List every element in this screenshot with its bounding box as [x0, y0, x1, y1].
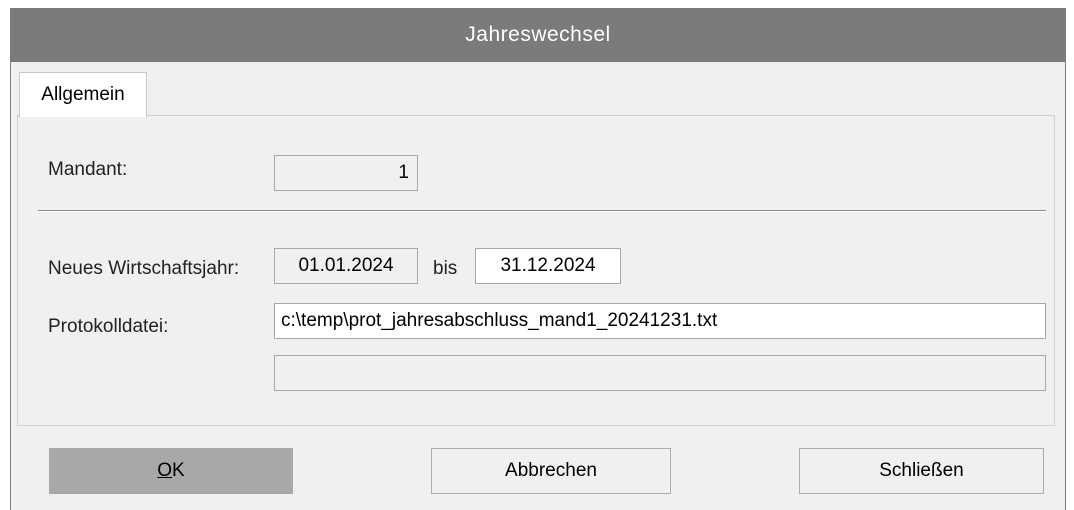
tab-label: Allgemein [41, 84, 125, 105]
start-date-field: 01.01.2024 [274, 248, 418, 284]
ok-mnemonic: O [157, 460, 173, 481]
ok-label-rest: K [172, 460, 185, 481]
close-label: Schließen [879, 460, 964, 481]
status-field [274, 355, 1046, 391]
separator [38, 210, 1046, 212]
dialog-window: Jahreswechsel Allgemein Mandant: 1 Neues… [10, 8, 1066, 510]
title-bar[interactable]: Jahreswechsel [11, 8, 1065, 62]
protokolldatei-label: Protokolldatei: [48, 316, 169, 337]
mandant-value: 1 [398, 162, 409, 183]
window-title: Jahreswechsel [465, 23, 611, 46]
cancel-button[interactable]: Abbrechen [431, 448, 671, 494]
protokolldatei-value: c:\temp\prot_jahresabschluss_mand1_20241… [281, 310, 718, 331]
mandant-field: 1 [274, 155, 418, 191]
ok-button[interactable]: OK [49, 448, 293, 494]
tab-panel: Mandant: 1 Neues Wirtschaftsjahr: 01.01.… [17, 115, 1055, 426]
end-date-input[interactable]: 31.12.2024 [475, 248, 621, 284]
start-date-value: 01.01.2024 [298, 255, 394, 276]
bis-label: bis [433, 258, 458, 279]
close-button[interactable]: Schließen [799, 448, 1044, 494]
end-date-value: 31.12.2024 [500, 255, 596, 276]
mandant-label: Mandant: [48, 159, 128, 180]
tab-allgemein[interactable]: Allgemein [19, 72, 147, 117]
protokolldatei-input[interactable]: c:\temp\prot_jahresabschluss_mand1_20241… [274, 303, 1046, 339]
cancel-label: Abbrechen [505, 460, 597, 481]
wirtschaftsjahr-label: Neues Wirtschaftsjahr: [48, 258, 240, 279]
